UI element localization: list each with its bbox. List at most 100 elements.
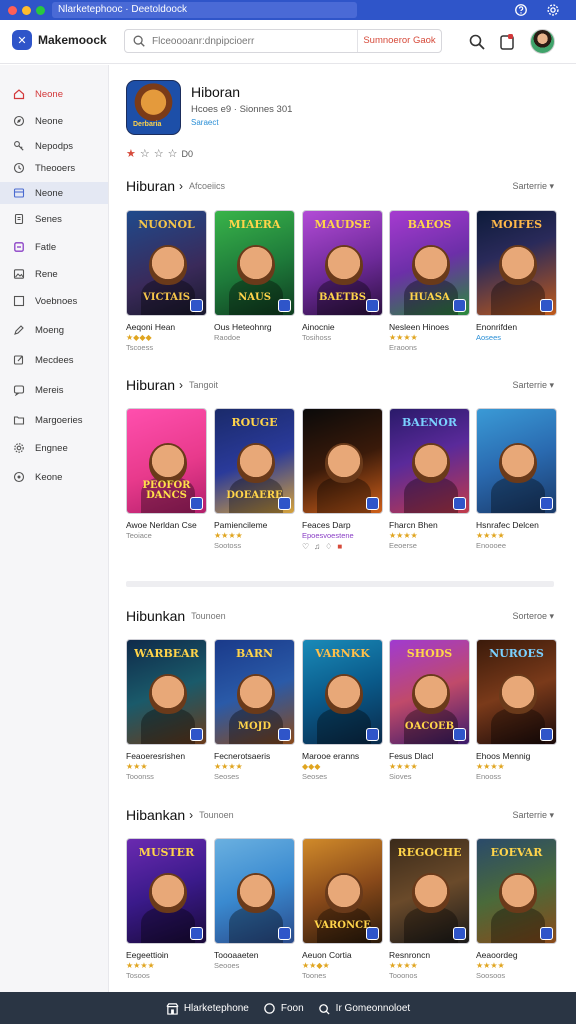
sidebar-item-5[interactable]: Neone — [0, 182, 108, 204]
app-card[interactable]: NUONOL VICTAIS Aeqoni Hean ★◆◆◆ Tscoess — [126, 210, 207, 352]
app-cover-image[interactable]: EOEVAR — [476, 838, 557, 944]
sidebar-item-8[interactable]: Rene — [0, 263, 108, 285]
app-card[interactable]: MUSTER Eegeettioin ★★★★ Tosoos — [126, 838, 207, 980]
section-title[interactable]: Hiburan — [126, 178, 175, 194]
sort-dropdown[interactable]: Sarterrie ▾ — [512, 181, 554, 192]
app-card[interactable]: Toooaaeten Seooes — [214, 838, 295, 970]
app-cover-image[interactable]: BAENOR — [389, 408, 470, 514]
minimize-window-button[interactable] — [22, 5, 31, 15]
action-icon[interactable]: ♡ — [302, 542, 309, 551]
help-icon[interactable] — [514, 3, 528, 17]
app-cover-image[interactable]: VARNKK — [302, 639, 383, 745]
section-title[interactable]: Hibunkan — [126, 608, 185, 624]
search-filter-button[interactable]: Sumnoeror Gaok — [357, 30, 441, 52]
app-cover-image[interactable]: WARBEAR — [126, 639, 207, 745]
sidebar-item-2[interactable]: Neone — [0, 110, 108, 132]
app-title[interactable]: Marooe eranns — [302, 751, 383, 761]
action-icon[interactable]: ♢ — [325, 542, 332, 551]
action-icon[interactable]: ♫ — [314, 542, 320, 551]
app-card[interactable]: VARONCE Aeuon Cortia ★★◆★ Toones — [302, 838, 383, 980]
footer-item-store[interactable]: Hlarketephone — [166, 1002, 249, 1015]
sidebar-item-12[interactable]: Mereis — [0, 379, 108, 401]
notification-icon[interactable] — [498, 33, 516, 51]
app-title[interactable]: Ous Heteohnrg — [214, 322, 295, 332]
sort-dropdown[interactable]: Sarterrie ▾ — [512, 810, 554, 821]
brand[interactable]: ✕ Makemoock — [12, 30, 107, 50]
sidebar-item-6[interactable]: Senes — [0, 208, 108, 230]
chevron-right-icon[interactable]: › — [189, 808, 193, 822]
app-cover-image[interactable] — [302, 408, 383, 514]
app-cover-image[interactable]: ROUGE DOEAERE — [214, 408, 295, 514]
maximize-window-button[interactable] — [36, 5, 45, 15]
app-title[interactable]: Pamiencileme — [214, 520, 295, 530]
app-title[interactable]: Eegeettioin — [126, 950, 207, 960]
app-cover-image[interactable]: NUROES — [476, 639, 557, 745]
sidebar-item-15[interactable]: Keone — [0, 466, 108, 488]
app-title[interactable]: Feaoeresrishen — [126, 751, 207, 761]
app-cover-image[interactable]: MOIFES — [476, 210, 557, 316]
app-card[interactable]: MAUDSE BAETBS Ainocnie Tosihoss — [302, 210, 383, 342]
section-title[interactable]: Hibankan — [126, 807, 185, 823]
app-card[interactable]: MOIFES Enonrifden Aosees — [476, 210, 557, 342]
featured-app-link[interactable]: Saraect — [191, 118, 219, 127]
app-card[interactable]: BAENOR Fharcn Bhen ★★★★ Eeoerse — [389, 408, 470, 550]
search-button-icon[interactable] — [468, 33, 486, 51]
sidebar-item-9[interactable]: Voebnoes — [0, 290, 108, 312]
featured-app-icon[interactable]: Derbaria — [126, 80, 181, 135]
app-card[interactable]: VARNKK Marooe eranns ◆◆◆ Seoses — [302, 639, 383, 781]
app-title[interactable]: Toooaaeten — [214, 950, 295, 960]
app-title[interactable]: Enonrifden — [476, 322, 557, 332]
app-title[interactable]: Aeaoordeg — [476, 950, 557, 960]
chevron-right-icon[interactable]: › — [179, 179, 183, 193]
app-card[interactable]: PEOFOR DANCS Awoe Nerldan Cse Teoiace — [126, 408, 207, 540]
avatar[interactable] — [530, 29, 555, 54]
app-cover-image[interactable]: SHODS OACOEB — [389, 639, 470, 745]
footer-item-2[interactable]: Foon — [263, 1002, 304, 1015]
app-title[interactable]: Fharcn Bhen — [389, 520, 470, 530]
app-title[interactable]: Resnroncn — [389, 950, 470, 960]
app-title[interactable]: Ehoos Mennig — [476, 751, 557, 761]
app-card[interactable]: BARN MOJD Fecnerotsaeris ★★★★ Seoses — [214, 639, 295, 781]
app-cover-image[interactable]: MAUDSE BAETBS — [302, 210, 383, 316]
app-card[interactable]: BAEOS HUASA Nesleen Hinoes ★★★★ Eraoons — [389, 210, 470, 352]
app-card[interactable]: REGOCHE Resnroncn ★★★★ Tooonos — [389, 838, 470, 980]
app-card[interactable]: NUROES Ehoos Mennig ★★★★ Enooss — [476, 639, 557, 781]
app-cover-image[interactable]: NUONOL VICTAIS — [126, 210, 207, 316]
app-title[interactable]: Aeqoni Hean — [126, 322, 207, 332]
app-cover-image[interactable]: VARONCE — [302, 838, 383, 944]
app-cover-image[interactable]: BAEOS HUASA — [389, 210, 470, 316]
sort-dropdown[interactable]: Sorteroe ▾ — [512, 611, 554, 622]
sidebar-item-4[interactable]: Theooers — [0, 157, 108, 179]
app-title[interactable]: Nesleen Hinoes — [389, 322, 470, 332]
chevron-right-icon[interactable]: › — [179, 378, 183, 392]
app-title[interactable]: Fesus Dlacl — [389, 751, 470, 761]
app-card[interactable]: SHODS OACOEB Fesus Dlacl ★★★★ Sioves — [389, 639, 470, 781]
app-title[interactable]: Awoe Nerldan Cse — [126, 520, 207, 530]
sidebar-item-home[interactable]: Neone — [0, 83, 108, 105]
app-cover-image[interactable]: MIAERA NAUS — [214, 210, 295, 316]
section-title[interactable]: Hiburan — [126, 377, 175, 393]
app-title[interactable]: Feaces Darp — [302, 520, 383, 530]
gear-icon[interactable] — [546, 3, 560, 17]
sidebar-item-10[interactable]: Moeng — [0, 319, 108, 341]
app-card[interactable]: WARBEAR Feaoeresrishen ★★★ Tooonss — [126, 639, 207, 781]
search-input[interactable] — [152, 35, 352, 47]
app-title[interactable]: Fecnerotsaeris — [214, 751, 295, 761]
sidebar-item-11[interactable]: Mecdees — [0, 349, 108, 371]
url-bar[interactable]: Nlarketephooc · Deetoldoock — [52, 2, 357, 18]
app-card[interactable]: MIAERA NAUS Ous Heteohnrg Raodoe — [214, 210, 295, 342]
app-cover-image[interactable]: PEOFOR DANCS — [126, 408, 207, 514]
sort-dropdown[interactable]: Sarterrie ▾ — [512, 380, 554, 391]
app-cover-image[interactable] — [476, 408, 557, 514]
app-title[interactable]: Ainocnie — [302, 322, 383, 332]
app-title[interactable]: Hsnrafec Delcen — [476, 520, 557, 530]
app-title[interactable]: Aeuon Cortia — [302, 950, 383, 960]
sidebar-item-14[interactable]: Engnee — [0, 437, 108, 459]
app-cover-image[interactable]: BARN MOJD — [214, 639, 295, 745]
app-cover-image[interactable]: MUSTER — [126, 838, 207, 944]
footer-item-3[interactable]: Ir Gomeonnoloet — [318, 1002, 410, 1015]
app-card[interactable]: ROUGE DOEAERE Pamiencileme ★★★★ Sootoss — [214, 408, 295, 550]
sidebar-item-7[interactable]: Fatle — [0, 236, 108, 258]
app-card[interactable]: Hsnrafec Delcen ★★★★ Enoooee — [476, 408, 557, 550]
app-card[interactable]: Feaces Darp Epoesvoestene ♡ ♫ ♢ ■ — [302, 408, 383, 551]
